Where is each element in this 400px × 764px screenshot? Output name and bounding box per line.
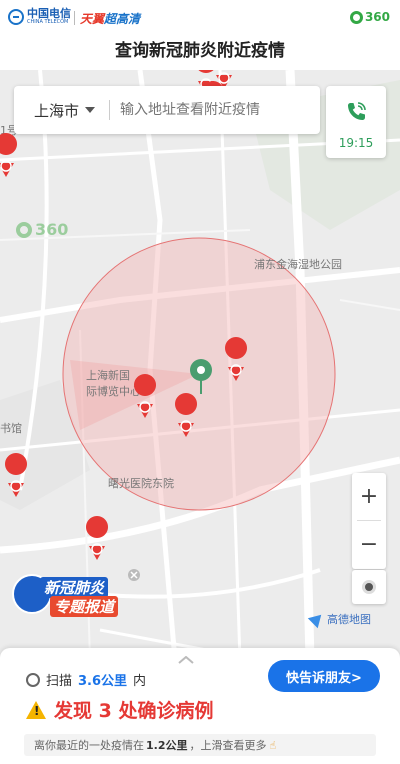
china-telecom-icon	[8, 9, 24, 25]
nearest-suffix: ，上滑查看更多	[189, 739, 267, 752]
scan-prefix: 扫描	[46, 674, 73, 689]
hotline-time: 19:15	[338, 136, 374, 150]
scan-radius: 扫描 3.6公里 内	[26, 670, 146, 689]
case-pin-icon[interactable]	[175, 393, 198, 437]
locate-me-button[interactable]	[352, 570, 386, 604]
zoom-out-button[interactable]: −	[352, 521, 386, 568]
map-pins	[0, 70, 248, 581]
case-pin-icon[interactable]	[86, 516, 109, 560]
current-location-pin-icon	[190, 359, 212, 394]
case-pin-icon[interactable]	[0, 133, 17, 177]
phone-icon	[348, 102, 366, 120]
case-pin-icon[interactable]	[225, 337, 248, 381]
nearest-case-info: 离你最近的一处疫情在 1.2公里 ，上滑查看更多 ☝	[24, 734, 376, 756]
chevron-down-icon	[85, 107, 96, 113]
scan-suffix: 内	[133, 674, 147, 689]
brand-bar: 中国电信 CHINA TELECOM 天翼超高清 360	[0, 0, 400, 34]
share-with-friends-button[interactable]: 快告诉朋友>	[268, 660, 380, 692]
gaode-logo-icon	[307, 609, 327, 629]
chevron-up-icon[interactable]	[178, 656, 194, 664]
locate-icon	[362, 580, 376, 594]
logo-360: 360	[349, 10, 390, 24]
page-title: 查询新冠肺炎附近疫情	[115, 41, 285, 61]
logo-360-icon	[349, 10, 363, 24]
search-bar: 上海市	[14, 86, 320, 134]
case-pin-icon[interactable]	[5, 453, 28, 497]
special-report-banner[interactable]: 新冠肺炎 专题报道	[12, 574, 122, 618]
hotline-button[interactable]: 19:15	[326, 86, 386, 158]
scan-km: 3.6公里	[78, 674, 128, 689]
search-divider	[109, 100, 111, 120]
attribution-text: 高德地图	[327, 613, 371, 626]
case-count-heading: 发现 3 处确诊病例	[26, 696, 213, 723]
map-poi-close-icon	[128, 569, 140, 581]
zoom-in-button[interactable]: +	[352, 473, 386, 520]
special-report-line1: 新冠肺炎	[40, 577, 109, 598]
radar-icon	[26, 672, 40, 687]
tianyi-hd-text: 超高清	[104, 12, 141, 26]
city-label: 上海市	[34, 101, 80, 120]
china-telecom-logo: 中国电信 CHINA TELECOM	[8, 7, 71, 25]
case-count-text: 发现 3 处确诊病例	[54, 700, 214, 722]
map-view[interactable]: 360 浦东金海湿地公园 上海新国 际博览中心 曙光医院东院 书馆 1号 + −	[0, 70, 400, 660]
address-search-input[interactable]	[120, 102, 301, 118]
case-pin-icon[interactable]	[134, 374, 157, 418]
tianyi-text: 天翼	[80, 12, 105, 26]
result-panel[interactable]: 扫描 3.6公里 内 快告诉朋友> 发现 3 处确诊病例 离你最近的一处疫情在 …	[0, 648, 400, 764]
warning-icon	[26, 700, 46, 719]
nearest-prefix: 离你最近的一处疫情在	[34, 739, 144, 752]
city-selector[interactable]: 上海市	[34, 100, 96, 121]
special-report-line2: 专题报道	[50, 596, 119, 617]
map-attribution: 高德地图	[307, 609, 371, 629]
logo-360-text: 360	[364, 10, 390, 24]
telecom-name: 中国电信	[27, 7, 71, 20]
brand-divider	[74, 11, 75, 25]
telecom-name-en: CHINA TELECOM	[27, 19, 69, 25]
zoom-control: + −	[352, 473, 386, 569]
nearest-km: 1.2公里	[146, 739, 188, 752]
hand-pointer-icon: ☝	[269, 738, 277, 752]
tianyi-logo: 天翼超高清	[80, 10, 140, 27]
